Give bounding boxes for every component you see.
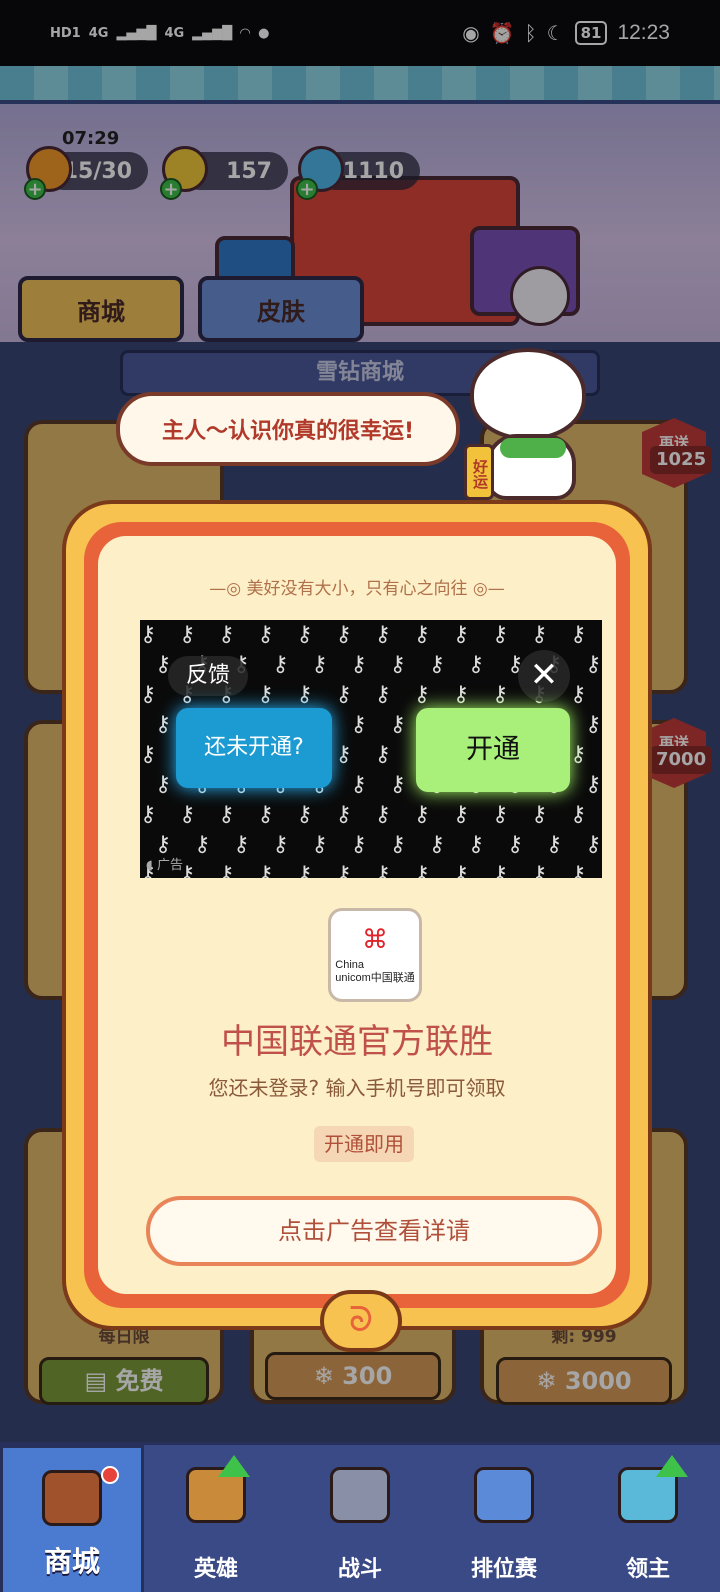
ad-feedback-button[interactable]: 反馈 xyxy=(168,656,248,696)
good-luck-sign: 好运 xyxy=(464,444,494,500)
cat-collar xyxy=(500,438,566,458)
lucky-cat-mascot: 好运 xyxy=(460,348,600,508)
ad-subtitle: 您还未登录? 输入手机号即可领取 xyxy=(208,1076,506,1100)
nav-label: 英雄 xyxy=(193,1557,238,1582)
swirl-ornament-icon: ᘐ xyxy=(320,1290,402,1352)
ad-dialog: —◎ 美好没有大小，只有心之向往 ◎— ⚷ ⚷ ⚷ ⚷ ⚷ ⚷ ⚷ ⚷ ⚷ ⚷ … xyxy=(62,500,652,1352)
dialog-tagline: —◎ 美好没有大小，只有心之向往 ◎— xyxy=(209,579,505,599)
mute-icon: ◖ xyxy=(146,858,157,873)
rank-shield-icon xyxy=(474,1467,534,1523)
cat-head xyxy=(470,348,586,440)
advertiser-logo: ⌘ China unicom中国联通 xyxy=(328,908,422,1002)
logo-text: China unicom中国联通 xyxy=(335,959,415,984)
nav-item-ranked[interactable]: 排位赛 xyxy=(432,1445,576,1592)
ad-activate-button[interactable]: 开通 xyxy=(416,708,570,792)
nav-item-battle[interactable]: 战斗 xyxy=(288,1445,432,1592)
ad-dialog-body: —◎ 美好没有大小，只有心之向往 ◎— ⚷ ⚷ ⚷ ⚷ ⚷ ⚷ ⚷ ⚷ ⚷ ⚷ … xyxy=(98,536,616,1294)
notification-dot xyxy=(101,1466,119,1484)
mascot-speech-bubble: 主人～认识你真的很幸运! xyxy=(116,392,460,466)
ad-label: ◖ 广告 xyxy=(146,858,183,873)
ad-tag: 开通即用 xyxy=(314,1126,414,1162)
crossed-swords-icon xyxy=(330,1467,390,1523)
ornament-right-icon: ◎— xyxy=(467,579,505,599)
nav-label: 排位赛 xyxy=(470,1557,537,1582)
upgrade-arrow-icon xyxy=(218,1455,250,1477)
ad-dialog-frame: —◎ 美好没有大小，只有心之向往 ◎— ⚷ ⚷ ⚷ ⚷ ⚷ ⚷ ⚷ ⚷ ⚷ ⚷ … xyxy=(84,522,630,1308)
nav-label: 商城 xyxy=(43,1545,100,1578)
nav-item-hero[interactable]: 英雄 xyxy=(144,1445,288,1592)
ad-creative[interactable]: ⚷ ⚷ ⚷ ⚷ ⚷ ⚷ ⚷ ⚷ ⚷ ⚷ ⚷ ⚷ ⚷ ⚷ ⚷ ⚷ ⚷ ⚷ ⚷ ⚷ … xyxy=(140,620,602,878)
ornament-left-icon: —◎ xyxy=(209,579,247,599)
unicom-knot-icon: ⌘ xyxy=(362,925,388,955)
nav-item-shop[interactable]: 商城 xyxy=(0,1445,144,1592)
ad-not-activated-button[interactable]: 还未开通? xyxy=(176,708,332,788)
nav-label: 战斗 xyxy=(337,1557,382,1582)
ad-cta-button[interactable]: 点击广告查看详请 xyxy=(146,1196,602,1266)
shop-chest-icon xyxy=(42,1470,102,1526)
bottom-nav: 商城 英雄 战斗 排位赛 领主 xyxy=(0,1442,720,1592)
nav-item-lord[interactable]: 领主 xyxy=(576,1445,720,1592)
ad-close-button[interactable]: ✕ xyxy=(518,650,570,702)
ad-title: 中国联通官方联胜 xyxy=(221,1022,493,1062)
nav-label: 领主 xyxy=(625,1557,670,1582)
upgrade-arrow-icon xyxy=(656,1455,688,1477)
